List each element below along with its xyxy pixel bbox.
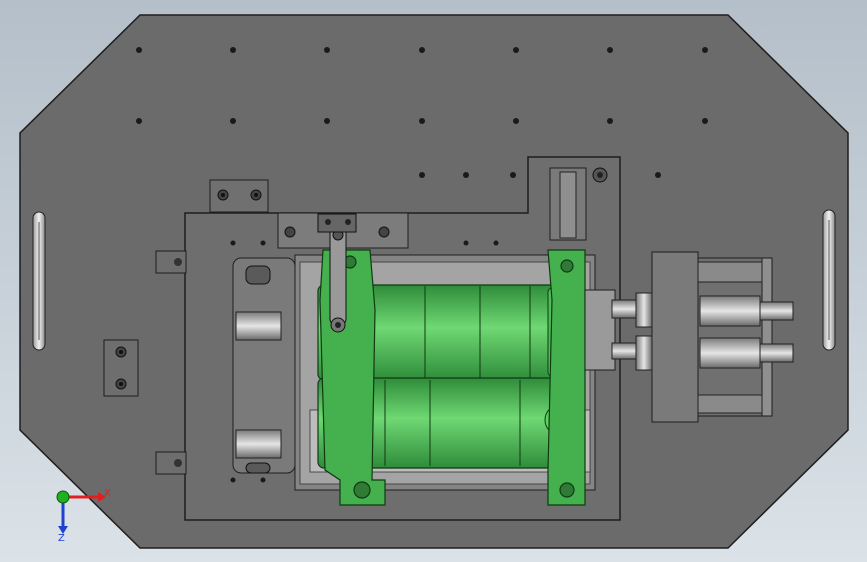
left-bracket[interactable] [103, 339, 139, 397]
linkage-arm[interactable] [329, 224, 347, 333]
motor-bracket-right[interactable] [547, 249, 586, 506]
sensor-block[interactable] [209, 179, 269, 213]
graphics-viewport[interactable]: X Z [0, 0, 867, 562]
gearbox[interactable] [635, 251, 794, 423]
axis-triad: X Z [56, 488, 111, 544]
left-handle[interactable] [32, 211, 46, 351]
x-axis-label: X [104, 488, 111, 499]
cylinder-block[interactable] [232, 257, 296, 474]
z-axis-label: Z [58, 533, 65, 544]
cad-model-view[interactable]: X Z [0, 0, 867, 562]
right-handle[interactable] [822, 209, 836, 351]
